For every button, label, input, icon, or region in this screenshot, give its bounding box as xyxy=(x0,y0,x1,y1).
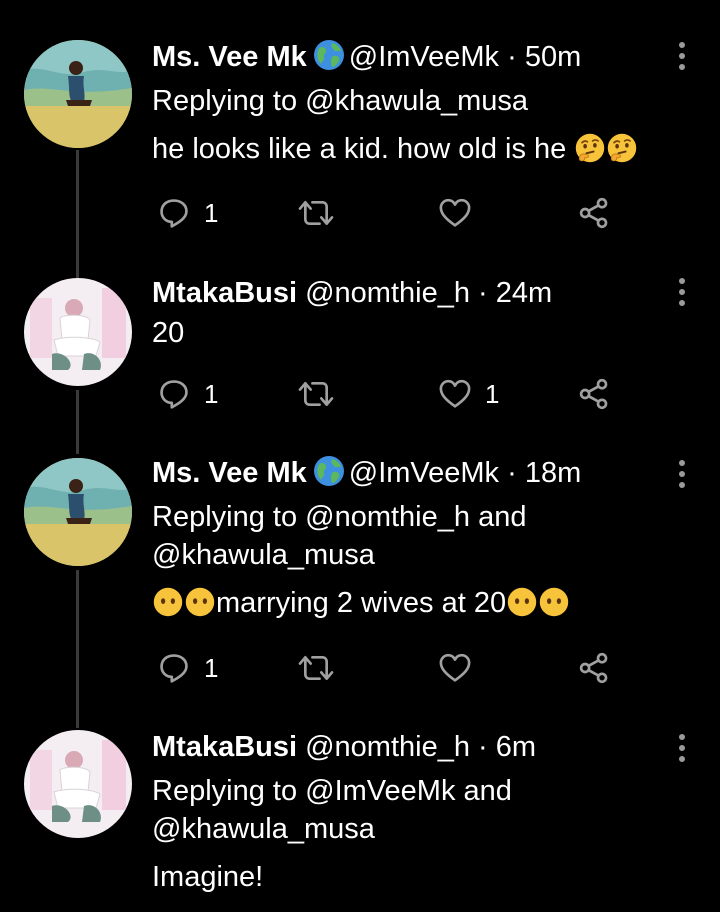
username[interactable]: @ImVeeMk xyxy=(349,457,499,489)
separator: · xyxy=(478,277,488,309)
thread-connector xyxy=(76,150,79,270)
globe-icon xyxy=(313,455,345,487)
tweet-actions: 1 xyxy=(152,648,632,688)
tweet-header: Ms. Vee Mk @ImVeeMk · 50m xyxy=(152,38,660,76)
replying-to-line: Replying to @ImVeeMk and xyxy=(152,775,512,807)
reply-icon xyxy=(158,197,190,229)
heart-icon xyxy=(439,198,471,228)
profile-photo xyxy=(24,730,132,838)
tweet-header: MtakaBusi @nomthie_h · 24m xyxy=(152,274,660,312)
share-button[interactable] xyxy=(578,193,610,233)
share-button[interactable] xyxy=(578,648,610,688)
retweet-button[interactable] xyxy=(298,648,334,688)
reply-button[interactable]: 1 xyxy=(158,374,218,414)
tweet-text-content: he looks like a kid. how old is he xyxy=(152,133,567,165)
retweet-button[interactable] xyxy=(298,193,334,233)
timestamp[interactable]: 18m xyxy=(525,457,581,489)
thinking-face-emoji xyxy=(574,132,606,164)
retweet-icon xyxy=(298,652,334,684)
tweet-2[interactable]: MtakaBusi @nomthie_h · 24m 20 1 1 xyxy=(0,270,720,454)
profile-photo xyxy=(24,458,132,566)
separator: · xyxy=(507,457,517,489)
tweet-text: 20 xyxy=(152,317,185,349)
blank-face-emoji xyxy=(538,586,570,618)
share-icon xyxy=(578,378,610,410)
avatar[interactable] xyxy=(24,458,132,566)
timestamp[interactable]: 6m xyxy=(496,731,536,763)
replying-to[interactable]: Replying to @nomthie_h and @khawula_musa xyxy=(152,498,660,574)
thread-connector xyxy=(76,270,79,278)
replying-to-line: Replying to @nomthie_h and xyxy=(152,501,527,533)
share-icon xyxy=(578,652,610,684)
like-count: 1 xyxy=(485,378,500,409)
reply-button[interactable]: 1 xyxy=(158,193,218,233)
profile-photo xyxy=(24,278,132,386)
username[interactable]: @nomthie_h xyxy=(305,277,470,309)
replying-to-line: @khawula_musa xyxy=(152,813,375,845)
username[interactable]: @ImVeeMk xyxy=(349,41,499,73)
reply-count: 1 xyxy=(204,652,219,683)
thread-connector xyxy=(76,570,79,728)
avatar[interactable] xyxy=(24,730,132,838)
reply-icon xyxy=(158,378,190,410)
avatar[interactable] xyxy=(24,40,132,148)
replying-to[interactable]: Replying to @ImVeeMk and @khawula_musa xyxy=(152,772,660,848)
heart-icon xyxy=(439,653,471,683)
reply-count: 1 xyxy=(204,197,219,228)
tweet-header: MtakaBusi @nomthie_h · 6m xyxy=(152,728,660,766)
heart-icon xyxy=(439,379,471,409)
tweet-3[interactable]: Ms. Vee Mk @ImVeeMk · 18m Replying to @no… xyxy=(0,454,720,728)
more-options-icon[interactable] xyxy=(678,734,686,762)
tweet-actions: 1 1 xyxy=(152,374,632,414)
display-name[interactable]: Ms. Vee Mk xyxy=(152,41,307,73)
retweet-icon xyxy=(298,378,334,410)
more-options-icon[interactable] xyxy=(678,278,686,306)
thinking-face-emoji xyxy=(606,132,638,164)
like-button[interactable] xyxy=(439,648,471,688)
more-options-icon[interactable] xyxy=(678,42,686,70)
tweet-header: Ms. Vee Mk @ImVeeMk · 18m xyxy=(152,454,660,492)
retweet-icon xyxy=(298,197,334,229)
timestamp[interactable]: 50m xyxy=(525,41,581,73)
more-options-icon[interactable] xyxy=(678,460,686,488)
blank-face-emoji xyxy=(152,586,184,618)
globe-icon xyxy=(313,39,345,71)
thread-connector xyxy=(76,390,79,454)
separator: · xyxy=(507,41,517,73)
display-name[interactable]: MtakaBusi xyxy=(152,277,297,309)
tweet-text: marrying 2 wives at 20 xyxy=(152,584,660,622)
tweet-text: he looks like a kid. how old is he xyxy=(152,130,660,168)
tweet-text: Imagine! xyxy=(152,861,264,893)
tweet-4[interactable]: MtakaBusi @nomthie_h · 6m Replying to @I… xyxy=(0,728,720,912)
share-button[interactable] xyxy=(578,374,610,414)
reply-count: 1 xyxy=(204,378,219,409)
replying-to[interactable]: Replying to @khawula_musa xyxy=(152,82,660,120)
avatar[interactable] xyxy=(24,278,132,386)
retweet-button[interactable] xyxy=(298,374,334,414)
share-icon xyxy=(578,197,610,229)
timestamp[interactable]: 24m xyxy=(496,277,552,309)
like-button[interactable]: 1 xyxy=(439,374,499,414)
profile-photo xyxy=(24,40,132,148)
reply-button[interactable]: 1 xyxy=(158,648,218,688)
reply-icon xyxy=(158,652,190,684)
tweet-actions: 1 xyxy=(152,193,632,233)
display-name[interactable]: MtakaBusi xyxy=(152,731,297,763)
tweet-text-content: marrying 2 wives at 20 xyxy=(216,587,507,619)
blank-face-emoji xyxy=(506,586,538,618)
like-button[interactable] xyxy=(439,193,471,233)
tweet-1[interactable]: Ms. Vee Mk @ImVeeMk · 50m Replying to @kh… xyxy=(0,0,720,270)
blank-face-emoji xyxy=(184,586,216,618)
separator: · xyxy=(478,731,488,763)
username[interactable]: @nomthie_h xyxy=(305,731,470,763)
replying-to-line: @khawula_musa xyxy=(152,539,375,571)
display-name[interactable]: Ms. Vee Mk xyxy=(152,457,307,489)
